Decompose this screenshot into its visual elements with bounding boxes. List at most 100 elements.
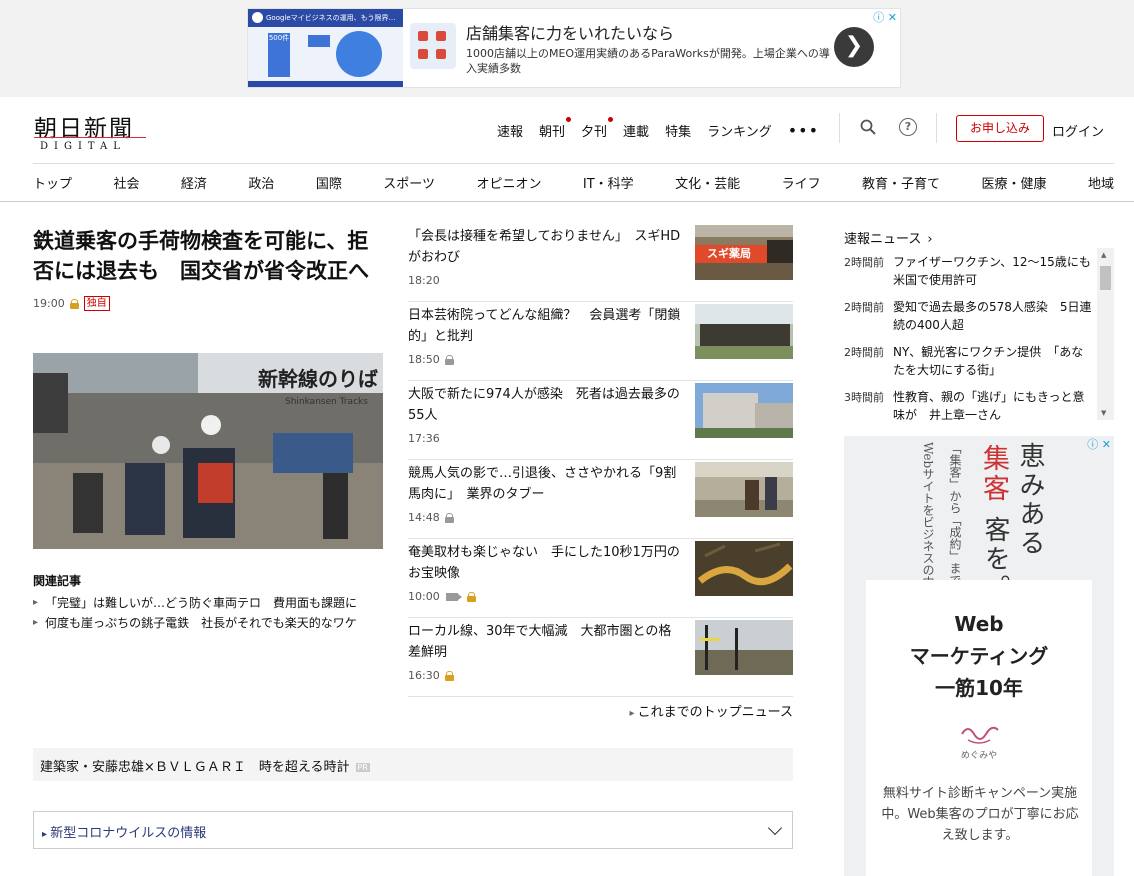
related-item[interactable]: 「完璧」は難しいが…どう防ぐ車両テロ 費用面も課題に: [33, 593, 383, 613]
more-top-news-link[interactable]: これまでのトップニュース: [408, 701, 793, 720]
category-life[interactable]: ライフ: [782, 173, 821, 192]
lock-icon: [444, 512, 454, 523]
ad-card[interactable]: Web マーケティング 一筋10年 めぐみや 無料サイト診断キャンペーン実施中。…: [866, 580, 1092, 876]
nav-yukan[interactable]: 夕刊: [581, 117, 614, 140]
right-side-ad[interactable]: ⓘ ✕ Webサイトをビジネスの中心に。 「集客」から「成約」までをワンストップ…: [844, 436, 1114, 876]
news-item[interactable]: 競馬人気の影で…引退後、ささやかれる「9割馬肉に」 業界のタブー 14:48: [408, 460, 793, 539]
pr-banner[interactable]: 建築家・安藤忠雄×ＢＶＬＧＡＲＩ 時を超える時計 PR: [33, 748, 793, 781]
lead-photo[interactable]: 新幹線のりば Shinkansen Tracks: [33, 353, 383, 549]
breaking-time: 3時間前: [844, 391, 884, 404]
nav-sokuho[interactable]: 速報: [497, 121, 523, 140]
help-icon[interactable]: ?: [899, 118, 917, 136]
search-icon[interactable]: [860, 119, 876, 135]
category-education[interactable]: 教育・子育て: [862, 173, 940, 192]
breaking-text[interactable]: 性教育、親の「逃げ」にもきっと意味が 井上章一さん: [893, 388, 1093, 420]
news-item[interactable]: 大阪で新たに974人が感染 死者は過去最多の55人 17:36: [408, 381, 793, 460]
nav-ranking[interactable]: ランキング: [707, 121, 772, 140]
category-politics[interactable]: 政治: [248, 173, 274, 192]
lead-headline[interactable]: 鉄道乗客の手荷物検査を可能に、拒否には退去も 国交省が省令改正へ: [33, 226, 383, 286]
news-thumbnail[interactable]: [695, 462, 793, 517]
lead-story: 鉄道乗客の手荷物検査を可能に、拒否には退去も 国交省が省令改正へ 19:00 独…: [33, 226, 383, 633]
news-item[interactable]: ローカル線、30年で大幅減 大都市圏との格差鮮明 16:30: [408, 618, 793, 697]
video-icon: [445, 592, 462, 601]
ad-circle-graphic: [336, 31, 382, 77]
ad-title[interactable]: 店舗集客に力をいれたいなら: [466, 20, 674, 44]
news-meta: 16:30: [408, 669, 454, 682]
category-health[interactable]: 医療・健康: [981, 173, 1046, 192]
category-top[interactable]: トップ: [33, 173, 72, 192]
corona-label: 新型コロナウイルスの情報: [50, 826, 207, 841]
news-meta: 18:50: [408, 353, 454, 366]
breaking-text[interactable]: 愛知で過去最多の578人感染 5日連続の400人超: [893, 298, 1093, 334]
breaking-item[interactable]: 2時間前 愛知で過去最多の578人感染 5日連続の400人超: [844, 293, 1114, 338]
news-item[interactable]: 「会長は接種を希望しておりません」 スギHDがおわび 18:20 スギ薬局: [408, 223, 793, 302]
breaking-text[interactable]: ファイザーワクチン、12～15歳にも米国で使用許可: [893, 253, 1093, 289]
category-international[interactable]: 国際: [316, 173, 342, 192]
ad-arrow-button[interactable]: ❯: [834, 27, 874, 67]
news-item[interactable]: 奄美取材も楽じゃない 手にした10秒1万円のお宝映像 10:00: [408, 539, 793, 618]
news-title[interactable]: 大阪で新たに974人が感染 死者は過去最多の55人: [408, 384, 684, 426]
exclusive-badge: 独自: [83, 296, 110, 311]
scroll-up-icon[interactable]: ▲: [1101, 251, 1106, 259]
news-time: 16:30: [408, 669, 440, 682]
news-time: 14:48: [408, 511, 440, 524]
header-nav: 速報 朝刊 夕刊 連載 特集 ランキング •••: [497, 117, 837, 140]
site-logo[interactable]: 朝日新聞 DIGITAL: [34, 109, 146, 152]
breaking-news-list: 2時間前 ファイザーワクチン、12～15歳にも米国で使用許可 2時間前 愛知で過…: [844, 248, 1114, 420]
corona-info-accordion[interactable]: 新型コロナウイルスの情報: [33, 811, 793, 849]
logo-sub: DIGITAL: [40, 141, 126, 152]
news-time: 18:50: [408, 353, 440, 366]
lead-photo-sign: 新幹線のりば: [258, 367, 378, 391]
category-region[interactable]: 地域: [1088, 173, 1114, 192]
header-divider: [839, 113, 840, 143]
breaking-news-heading[interactable]: 速報ニュース ›: [844, 228, 933, 247]
ad-left-footer: [248, 81, 403, 87]
lead-time: 19:00: [33, 297, 65, 310]
breaking-text[interactable]: NY、観光客にワクチン提供 「あなたを大切にする街」: [893, 343, 1093, 379]
top-banner-ad[interactable]: Googleマイビジネスの運用、もう限界… 500件 店舗集客に力をいれたいなら…: [247, 8, 901, 88]
category-economy[interactable]: 経済: [181, 173, 207, 192]
scroll-down-icon[interactable]: ▼: [1101, 409, 1106, 417]
news-thumbnail[interactable]: [695, 304, 793, 359]
breaking-item[interactable]: 2時間前 ファイザーワクチン、12～15歳にも米国で使用許可: [844, 248, 1114, 293]
breaking-item[interactable]: 3時間前 性教育、親の「逃げ」にもきっと意味が 井上章一さん: [844, 383, 1114, 420]
category-it-science[interactable]: IT・科学: [583, 173, 634, 192]
news-title[interactable]: ローカル線、30年で大幅減 大都市圏との格差鮮明: [408, 621, 684, 663]
category-sports[interactable]: スポーツ: [383, 173, 435, 192]
nav-chokan[interactable]: 朝刊: [539, 117, 572, 140]
news-thumbnail[interactable]: スギ薬局: [695, 225, 793, 280]
subscribe-button[interactable]: お申し込み: [956, 115, 1044, 142]
news-title[interactable]: 競馬人気の影で…引退後、ささやかれる「9割馬肉に」 業界のタブー: [408, 463, 684, 505]
login-link[interactable]: ログイン: [1052, 121, 1104, 140]
news-title[interactable]: 日本芸術院ってどんな組織？ 会員選考「閉鎖的」と批判: [408, 305, 684, 347]
news-title[interactable]: 「会長は接種を希望しておりません」 スギHDがおわび: [408, 226, 684, 268]
category-society[interactable]: 社会: [113, 173, 139, 192]
news-thumbnail[interactable]: [695, 383, 793, 438]
more-menu-icon[interactable]: •••: [788, 121, 819, 140]
nav-rensai[interactable]: 連載: [623, 121, 649, 140]
news-thumbnail[interactable]: [695, 620, 793, 675]
nav-tokushu[interactable]: 特集: [665, 121, 691, 140]
related-item[interactable]: 何度も崖っぷちの銚子電鉄 社長がそれでも楽天的なワケ: [33, 613, 383, 633]
adchoices-icon[interactable]: ⓘ ✕: [1087, 436, 1111, 452]
ad-description[interactable]: 1000店舗以上のMEO運用実績のあるParaWorksが開発。上場企業への導入…: [466, 46, 836, 76]
news-thumbnail[interactable]: [695, 541, 793, 596]
ad-card-title: Web マーケティング 一筋10年: [909, 612, 1049, 700]
category-opinion[interactable]: オピニオン: [476, 173, 541, 192]
chevron-down-icon[interactable]: [767, 820, 783, 836]
adchoices-icon[interactable]: ⓘ ✕: [873, 9, 897, 25]
site-header: 朝日新聞 DIGITAL 速報 朝刊 夕刊 連載 特集 ランキング ••• ? …: [0, 97, 1134, 163]
ad-vertical-headline: 集客: [978, 444, 1009, 504]
breaking-item[interactable]: 2時間前 NY、観光客にワクチン提供 「あなたを大切にする街」: [844, 338, 1114, 383]
lock-icon: [444, 354, 454, 365]
news-meta: 10:00: [408, 590, 476, 603]
news-item[interactable]: 日本芸術院ってどんな組織？ 会員選考「閉鎖的」と批判 18:50: [408, 302, 793, 381]
news-time: 17:36: [408, 432, 440, 445]
category-culture[interactable]: 文化・芸能: [675, 173, 740, 192]
scroll-thumb[interactable]: [1100, 266, 1111, 290]
lock-icon: [444, 670, 454, 681]
pr-text[interactable]: 建築家・安藤忠雄×ＢＶＬＧＡＲＩ 時を超える時計: [40, 760, 350, 775]
news-title[interactable]: 奄美取材も楽じゃない 手にした10秒1万円のお宝映像: [408, 542, 684, 584]
breaking-scrollbar[interactable]: ▲ ▼: [1097, 248, 1114, 420]
google-icon: [252, 12, 263, 23]
